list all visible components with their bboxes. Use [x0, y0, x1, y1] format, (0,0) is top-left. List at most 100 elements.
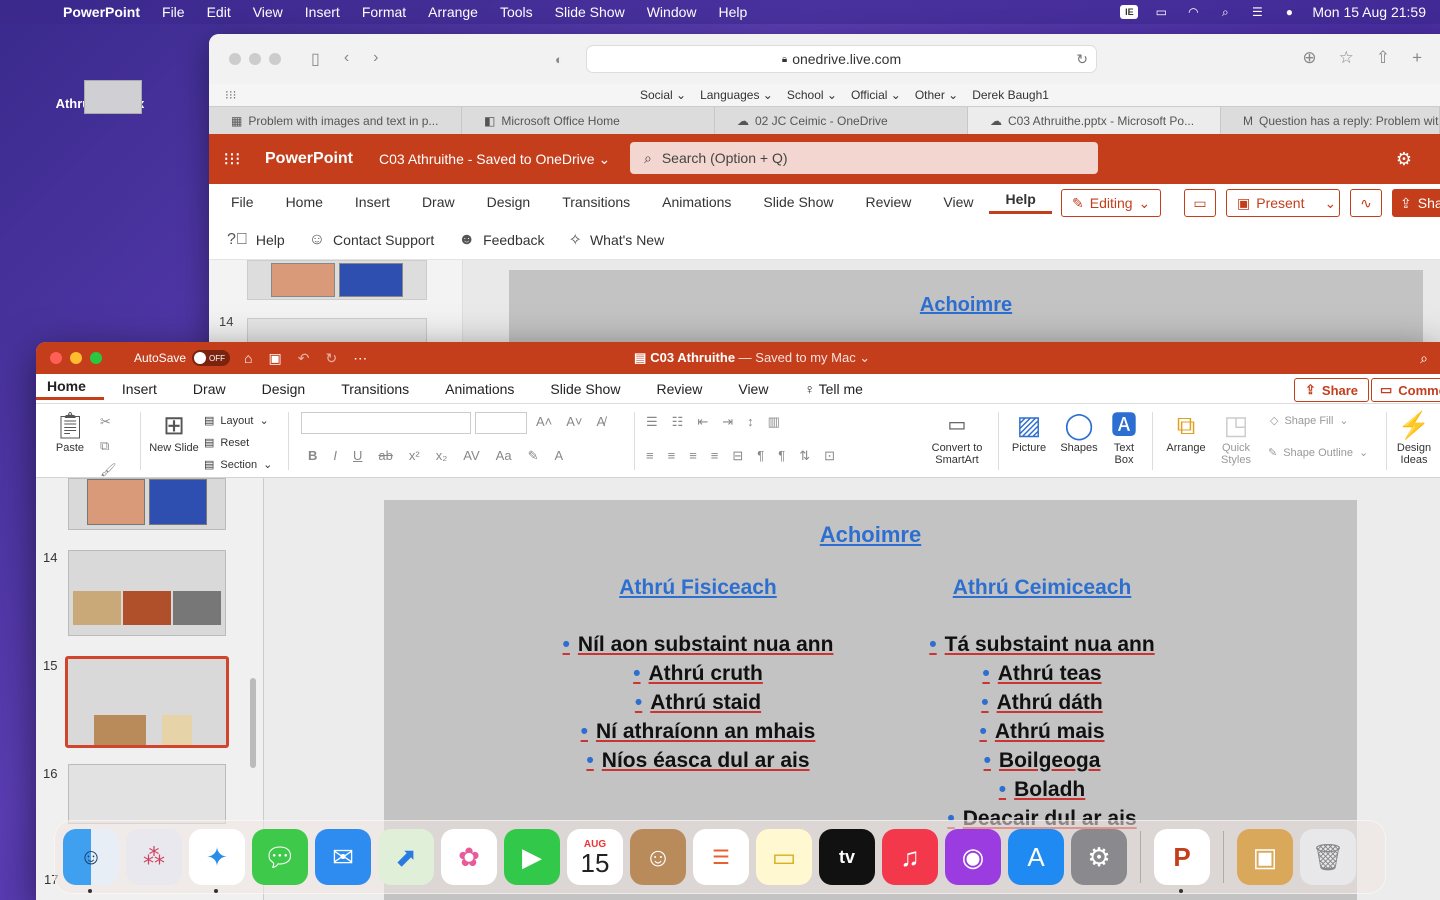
- tab-view[interactable]: View: [720, 381, 786, 397]
- forward-icon[interactable]: ›: [373, 49, 378, 69]
- save-icon[interactable]: ▣: [269, 350, 282, 367]
- share-button[interactable]: ⇪ Share: [1294, 378, 1370, 402]
- web-brand[interactable]: PowerPoint: [265, 150, 353, 168]
- fav-official[interactable]: Official ⌄: [851, 88, 901, 102]
- menu-format[interactable]: Format: [351, 4, 417, 20]
- text-direction-icon[interactable]: ⇅: [799, 448, 810, 464]
- layout-button[interactable]: ▤ Layout ⌄: [204, 414, 269, 428]
- trash-icon[interactable]: 🗑︎: [1300, 829, 1356, 885]
- web-share-button[interactable]: ⇪ Sha: [1392, 189, 1440, 217]
- numbering-icon[interactable]: ☷: [672, 414, 684, 430]
- shape-fill-button[interactable]: ◇ Shape Fill ⌄: [1270, 414, 1349, 428]
- web-tab-help[interactable]: Help: [989, 191, 1052, 214]
- downloads-icon[interactable]: ⊕: [1302, 48, 1316, 68]
- new-slide-button[interactable]: ⊞ New Slide: [148, 408, 200, 454]
- menu-edit[interactable]: Edit: [196, 4, 242, 20]
- podcasts-icon[interactable]: ◉: [945, 829, 1001, 885]
- font-family-select[interactable]: [301, 412, 471, 434]
- increase-indent-icon[interactable]: ⇥: [722, 414, 733, 430]
- redo-icon[interactable]: ↻: [325, 350, 337, 367]
- strikethrough-icon[interactable]: ab: [378, 448, 392, 464]
- tab-design[interactable]: Design: [244, 381, 324, 397]
- reminders-icon[interactable]: ☰: [693, 829, 749, 885]
- subscript-icon[interactable]: x₂: [436, 448, 448, 464]
- menu-app[interactable]: PowerPoint: [52, 4, 151, 20]
- line-spacing-icon[interactable]: ↕: [747, 414, 754, 430]
- home-icon[interactable]: ⌂: [244, 350, 252, 367]
- text-box-button[interactable]: 🅰︎ Text Box: [1104, 408, 1144, 466]
- slide-thumbnail[interactable]: [68, 764, 226, 824]
- web-tab-view[interactable]: View: [927, 194, 989, 210]
- web-tab-animations[interactable]: Animations: [646, 194, 747, 210]
- whats-new-button[interactable]: ✧ What's New: [557, 230, 677, 250]
- highlight-icon[interactable]: ✎: [528, 448, 539, 464]
- web-tab-insert[interactable]: Insert: [339, 194, 406, 210]
- browser-tab[interactable]: ▦ Problem with images and text in p...: [209, 107, 462, 134]
- fav-school[interactable]: School ⌄: [787, 88, 837, 102]
- menu-slide-show[interactable]: Slide Show: [544, 4, 636, 20]
- comments-button[interactable]: ▭: [1184, 189, 1216, 217]
- undo-icon[interactable]: ↶: [298, 350, 310, 367]
- design-ideas-button[interactable]: ⚡ Design Ideas: [1390, 408, 1438, 466]
- spotlight-search-icon[interactable]: ⌕: [1216, 5, 1234, 19]
- messages-icon[interactable]: 💬︎: [252, 829, 308, 885]
- web-tab-home[interactable]: Home: [270, 194, 339, 210]
- close-button[interactable]: [50, 352, 62, 364]
- picture-button[interactable]: ▨ Picture: [1002, 408, 1056, 454]
- decrease-font-icon[interactable]: A˅: [566, 414, 582, 429]
- toggle-switch[interactable]: OFF: [192, 350, 231, 366]
- menu-arrange[interactable]: Arrange: [417, 4, 489, 20]
- desktop-file-icon[interactable]: C03 Athruithe.pptx: [52, 80, 148, 114]
- web-tab-file[interactable]: File: [209, 194, 270, 210]
- copy-icon[interactable]: ⧉: [100, 438, 117, 454]
- thumbnail-scrollbar[interactable]: [250, 678, 256, 768]
- slide-thumbnail-selected[interactable]: [65, 656, 229, 748]
- music-icon[interactable]: ♫: [882, 829, 938, 885]
- web-search-input[interactable]: ⌕ Search (Option + Q): [630, 142, 1098, 174]
- autosave-toggle[interactable]: AutoSave OFF: [134, 350, 231, 366]
- distribute-icon[interactable]: ⊟: [732, 448, 743, 464]
- finder-icon[interactable]: ☺: [63, 829, 119, 893]
- new-tab-icon[interactable]: +: [1412, 48, 1422, 68]
- web-tab-draw[interactable]: Draw: [406, 194, 471, 210]
- menu-view[interactable]: View: [242, 4, 294, 20]
- browser-tab[interactable]: M Question has a reply: Problem wit...: [1221, 107, 1440, 134]
- section-button[interactable]: ▤ Section ⌄: [204, 458, 272, 472]
- present-button[interactable]: ▣ Present ⌄: [1226, 189, 1340, 217]
- change-case-icon[interactable]: Aa: [496, 448, 512, 464]
- reset-button[interactable]: ▤ Reset: [204, 436, 249, 450]
- tab-home[interactable]: Home: [36, 378, 104, 400]
- columns-icon[interactable]: ▥: [768, 414, 780, 430]
- web-tab-slide-show[interactable]: Slide Show: [747, 194, 849, 210]
- char-spacing-icon[interactable]: AV: [463, 448, 479, 464]
- control-center-icon[interactable]: ☰: [1248, 5, 1266, 19]
- system-preferences-icon[interactable]: ⚙: [1071, 829, 1127, 885]
- shapes-button[interactable]: ◯ Shapes: [1054, 408, 1104, 454]
- menu-insert[interactable]: Insert: [294, 4, 351, 20]
- input-source-icon[interactable]: IE: [1120, 5, 1139, 19]
- quick-styles-button[interactable]: ◳ Quick Styles: [1210, 408, 1262, 466]
- tab-draw[interactable]: Draw: [175, 381, 244, 397]
- justify-icon[interactable]: ≡: [711, 448, 719, 464]
- wifi-icon[interactable]: ◠: [1184, 5, 1202, 19]
- share-icon[interactable]: ⇧: [1376, 48, 1390, 68]
- editing-button[interactable]: ✎ Editing ⌄: [1061, 189, 1162, 217]
- photos-icon[interactable]: ✿: [441, 829, 497, 885]
- fav-languages[interactable]: Languages ⌄: [700, 88, 773, 102]
- web-tab-transitions[interactable]: Transitions: [546, 194, 646, 210]
- battery-icon[interactable]: ▭: [1152, 5, 1170, 19]
- activity-button[interactable]: ∿: [1350, 189, 1382, 217]
- app-store-icon[interactable]: A: [1008, 829, 1064, 885]
- notes-icon[interactable]: ▭: [756, 829, 812, 885]
- contacts-icon[interactable]: ☺: [630, 829, 686, 885]
- clear-format-icon[interactable]: A̸: [597, 414, 606, 429]
- zoom-button[interactable]: [269, 53, 281, 65]
- safari-icon[interactable]: ✦: [189, 829, 245, 893]
- tab-slide-show[interactable]: Slide Show: [532, 381, 638, 397]
- archive-utility-icon[interactable]: ▣: [1237, 829, 1293, 885]
- menu-file[interactable]: File: [151, 4, 196, 20]
- font-size-select[interactable]: [475, 412, 527, 434]
- underline-icon[interactable]: U: [353, 448, 362, 464]
- cut-icon[interactable]: ✂: [100, 414, 117, 430]
- italic-icon[interactable]: I: [333, 448, 337, 464]
